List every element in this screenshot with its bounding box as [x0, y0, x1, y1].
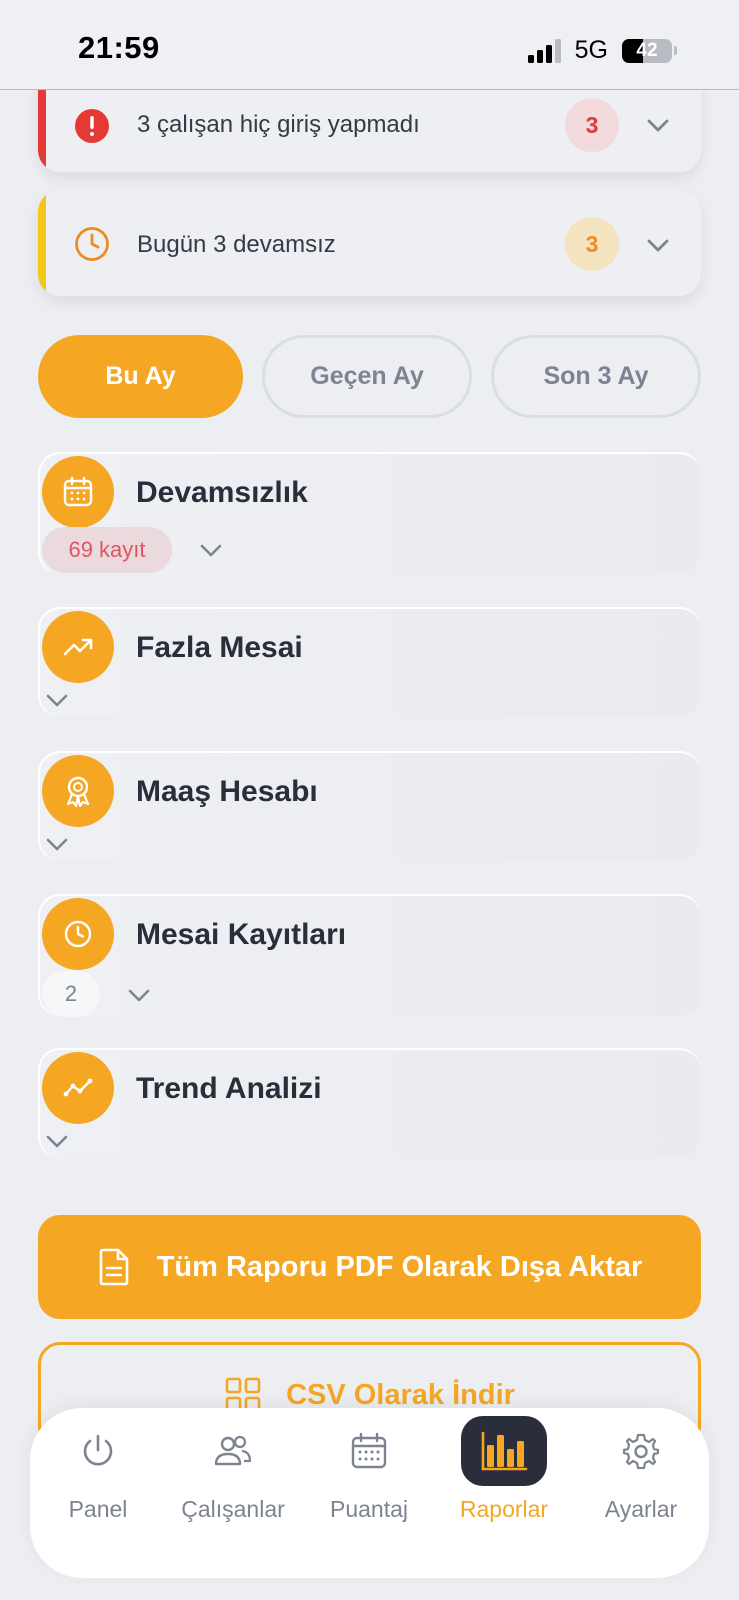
- export-pdf-label: Tüm Raporu PDF Olarak Dışa Aktar: [156, 1250, 643, 1283]
- section-title: Maaş Hesabı: [136, 775, 318, 808]
- period-this-month[interactable]: Bu Ay: [38, 335, 243, 418]
- section-trend-analysis[interactable]: Trend Analizi: [38, 1048, 701, 1158]
- tab-label: Çalışanlar: [181, 1496, 285, 1522]
- tab-label: Puantaj: [329, 1496, 408, 1522]
- tab-label: Ayarlar: [604, 1496, 678, 1522]
- users-icon: [190, 1416, 276, 1486]
- gear-icon: [598, 1416, 684, 1486]
- calendar-icon: [42, 456, 114, 528]
- tab-employees[interactable]: Çalışanlar: [165, 1408, 301, 1538]
- record-count-badge: 69 kayıt: [42, 527, 172, 573]
- export-pdf-button[interactable]: Tüm Raporu PDF Olarak Dışa Aktar: [38, 1215, 701, 1319]
- period-last-3-months[interactable]: Son 3 Ay: [491, 335, 701, 418]
- chevron-down-icon[interactable]: [198, 537, 224, 563]
- period-last-month[interactable]: Geçen Ay: [262, 335, 472, 418]
- tab-settings[interactable]: Ayarlar: [573, 1408, 709, 1538]
- clock-icon: [75, 227, 109, 261]
- trending-up-icon: [42, 611, 114, 683]
- power-icon: [55, 1416, 141, 1486]
- tab-reports[interactable]: Raporlar: [436, 1408, 572, 1538]
- section-work-records[interactable]: Mesai Kayıtları 2: [38, 894, 701, 1017]
- chevron-down-icon[interactable]: [44, 687, 70, 713]
- status-bar: 21:59 5G 42: [0, 0, 739, 90]
- status-time: 21:59: [78, 30, 160, 65]
- battery-level: 42: [636, 39, 658, 61]
- bottom-tab-bar: Panel Çalışanlar Puantaj Raporlar Ayarla…: [30, 1408, 709, 1578]
- section-title: Mesai Kayıtları: [136, 918, 347, 951]
- chevron-down-icon[interactable]: [644, 231, 672, 259]
- alert-count-badge: 3: [565, 98, 619, 152]
- trend-line-icon: [42, 1052, 114, 1124]
- alert-text: 3 çalışan hiç giriş yapmadı: [137, 111, 420, 138]
- calendar-icon: [326, 1416, 412, 1486]
- alert-absent-today[interactable]: Bugün 3 devamsız 3: [38, 190, 701, 296]
- download-csv-label: CSV Olarak İndir: [286, 1378, 515, 1411]
- signal-icon: [527, 38, 561, 63]
- network-type: 5G: [574, 36, 608, 64]
- chevron-down-icon[interactable]: [126, 982, 152, 1008]
- chevron-down-icon[interactable]: [44, 1128, 70, 1154]
- section-absence[interactable]: Devamsızlık 69 kayıt: [38, 452, 701, 574]
- chevron-down-icon[interactable]: [44, 831, 70, 857]
- bar-chart-icon: [461, 1416, 547, 1486]
- status-indicators: 5G 42: [527, 36, 677, 65]
- tab-panel[interactable]: Panel: [30, 1408, 166, 1538]
- tab-timesheet[interactable]: Puantaj: [301, 1408, 437, 1538]
- document-icon: [99, 1248, 128, 1286]
- battery-icon: 42: [622, 38, 672, 63]
- clock-icon: [42, 898, 114, 970]
- section-overtime[interactable]: Fazla Mesai: [38, 607, 701, 717]
- alert-circle-icon: [75, 109, 109, 143]
- section-title: Trend Analizi: [136, 1072, 322, 1105]
- record-count-badge: 2: [42, 971, 100, 1017]
- alert-count-badge: 3: [565, 217, 619, 271]
- section-salary[interactable]: Maaş Hesabı: [38, 751, 701, 861]
- tab-label: Panel: [68, 1496, 128, 1522]
- tab-label: Raporlar: [459, 1496, 549, 1522]
- section-title: Devamsızlık: [136, 476, 308, 509]
- award-icon: [42, 755, 114, 827]
- section-title: Fazla Mesai: [136, 631, 303, 664]
- chevron-down-icon[interactable]: [644, 111, 672, 139]
- alert-text: Bugün 3 devamsız: [137, 231, 336, 258]
